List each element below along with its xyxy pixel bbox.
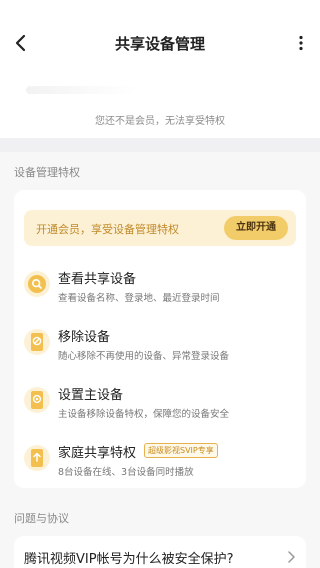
open-membership-button[interactable]: 立即开通: [224, 216, 288, 240]
feature-desc: 8台设备在线、3台设备同时播放: [58, 467, 194, 478]
profile-panel: 您还不是会员，无法享受特权: [0, 66, 320, 138]
main-device-icon: [24, 387, 50, 413]
svip-exclusive-badge: 超级影视SVIP专享: [144, 443, 218, 458]
section-divider: [0, 138, 320, 152]
faq-item[interactable]: 腾讯视频VIP帐号为什么被安全保护?: [14, 536, 306, 568]
header-bar: 共享设备管理: [0, 0, 320, 66]
feature-item-set-main-device[interactable]: 设置主设备 主设备移除设备特权，保障您的设备安全: [24, 380, 296, 424]
section-title-device-privileges: 设备管理特权: [14, 166, 80, 179]
feature-desc: 查看设备名称、登录地、最近登录时间: [58, 293, 220, 304]
feature-title: 设置主设备: [58, 388, 124, 403]
feature-desc: 随心移除不再使用的设备、异常登录设备: [58, 351, 230, 362]
section-title-faq: 问题与协议: [14, 512, 69, 525]
promo-text: 开通会员，享受设备管理特权: [36, 223, 179, 236]
feature-item-family-share[interactable]: 家庭共享特权 超级影视SVIP专享 8台设备在线、3台设备同时播放: [24, 438, 296, 482]
blurred-username: [26, 86, 136, 94]
faq-question: 腾讯视频VIP帐号为什么被安全保护?: [24, 552, 234, 567]
page-title: 共享设备管理: [114, 35, 205, 53]
membership-promo-banner: 开通会员，享受设备管理特权 立即开通: [24, 210, 296, 246]
feature-item-view-devices[interactable]: 查看共享设备 查看设备名称、登录地、最近登录时间: [24, 264, 296, 308]
feature-desc: 主设备移除设备特权，保障您的设备安全: [58, 409, 230, 420]
feature-item-remove-device[interactable]: 移除设备 随心移除不再使用的设备、异常登录设备: [24, 322, 296, 366]
privileges-card: 开通会员，享受设备管理特权 立即开通 查看共享设备 查看设备名称、登录地、最近登…: [14, 190, 306, 488]
remove-device-icon: [24, 329, 50, 355]
more-options-icon[interactable]: [294, 35, 308, 51]
feature-title: 查看共享设备: [58, 272, 137, 287]
feature-title: 家庭共享特权: [58, 446, 137, 461]
feature-title: 移除设备: [58, 330, 111, 345]
search-icon: [24, 271, 50, 297]
chevron-right-icon: [288, 551, 295, 563]
family-share-icon: [24, 445, 50, 471]
membership-hint: 您还不是会员，无法享受特权: [95, 116, 225, 127]
